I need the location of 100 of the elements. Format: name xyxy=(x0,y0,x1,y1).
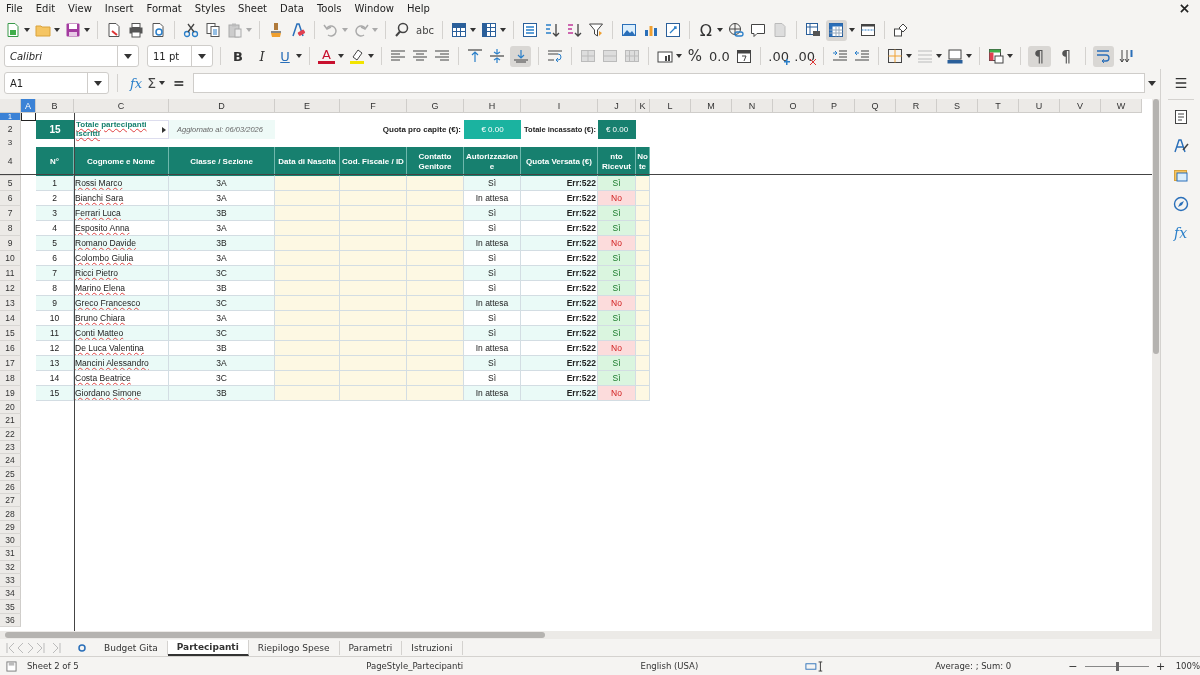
column-header[interactable]: I xyxy=(521,99,598,113)
column-header[interactable]: O xyxy=(773,99,814,113)
add-sheet-icon[interactable] xyxy=(77,642,87,653)
sort-icon[interactable] xyxy=(522,22,538,38)
zoom-out-button[interactable]: − xyxy=(1066,659,1079,673)
formula-input[interactable] xyxy=(192,73,1145,93)
calendar-icon[interactable] xyxy=(735,48,752,64)
dropdown-arrow-icon[interactable] xyxy=(24,28,30,32)
number-format-button[interactable]: 0.0 xyxy=(708,45,731,67)
row-header[interactable]: 8 xyxy=(0,221,21,236)
column-header[interactable]: C xyxy=(74,99,169,113)
scrollbar-thumb[interactable] xyxy=(1153,99,1159,354)
row-header[interactable]: 25 xyxy=(0,467,21,481)
column-header[interactable]: N xyxy=(732,99,773,113)
menu-item[interactable]: Help xyxy=(407,3,430,14)
table-columns-icon[interactable] xyxy=(481,22,497,38)
dropdown-arrow-icon[interactable] xyxy=(935,54,942,58)
row-header[interactable]: 19 xyxy=(0,386,21,401)
sheet-tab[interactable]: Budget Gita xyxy=(95,640,168,655)
dropdown-arrow-icon[interactable] xyxy=(338,54,344,58)
row-header[interactable]: 11 xyxy=(0,266,21,281)
column-header[interactable]: Q xyxy=(855,99,896,113)
row-header[interactable]: 13 xyxy=(0,296,21,311)
column-header[interactable]: K xyxy=(636,99,650,113)
row-header[interactable]: 9 xyxy=(0,236,21,251)
sum-button[interactable]: Σ xyxy=(147,75,156,91)
column-header[interactable]: G xyxy=(407,99,464,113)
paintbrush-icon[interactable] xyxy=(268,22,284,38)
navigator-icon[interactable] xyxy=(1172,196,1189,212)
dropdown-arrow-icon[interactable] xyxy=(159,81,165,85)
image-icon[interactable] xyxy=(621,22,637,38)
menu-item[interactable]: Edit xyxy=(35,3,56,14)
highlighter-icon[interactable] xyxy=(349,48,365,64)
eraser-icon[interactable] xyxy=(290,22,306,38)
dropdown-arrow-icon[interactable] xyxy=(368,54,374,58)
wrap-lines-icon[interactable] xyxy=(547,48,563,64)
column-header[interactable]: P xyxy=(814,99,855,113)
align-bottom-button[interactable] xyxy=(510,45,531,67)
comment-icon[interactable] xyxy=(750,22,766,38)
row-header[interactable]: 18 xyxy=(0,371,21,386)
merge-cells-icon[interactable] xyxy=(580,48,596,64)
menu-item[interactable]: Tools xyxy=(316,3,342,14)
special-character-button[interactable]: Ω xyxy=(697,19,715,41)
menu-icon[interactable] xyxy=(1173,76,1188,90)
printer-icon[interactable] xyxy=(128,22,144,38)
row-header[interactable]: 34 xyxy=(0,587,21,601)
row-header[interactable]: 24 xyxy=(0,454,21,468)
gallery-icon[interactable] xyxy=(1172,167,1189,183)
sheet-tab[interactable]: Partecipanti xyxy=(167,639,249,656)
name-box[interactable]: A1 xyxy=(4,72,109,94)
slider-thumb[interactable] xyxy=(1115,661,1119,671)
row-header[interactable]: 6 xyxy=(0,191,21,206)
menu-item[interactable]: Styles xyxy=(194,3,226,14)
horizontal-scrollbar[interactable] xyxy=(0,631,1160,639)
add-decimal-button[interactable]: .00 xyxy=(767,45,790,67)
language[interactable]: English (USA) xyxy=(640,661,806,671)
new-spreadsheet-icon[interactable] xyxy=(5,22,21,38)
menu-item[interactable]: File xyxy=(6,3,23,14)
dropdown-arrow-icon[interactable] xyxy=(296,54,302,58)
column-header[interactable]: S xyxy=(937,99,978,113)
formula-button[interactable]: = xyxy=(173,75,185,91)
column-header[interactable]: E xyxy=(275,99,340,113)
column-header[interactable]: V xyxy=(1060,99,1101,113)
menu-item[interactable]: Sheet xyxy=(238,3,268,14)
properties-icon[interactable] xyxy=(1172,109,1189,125)
dropdown-arrow-icon[interactable] xyxy=(965,54,972,58)
row-header[interactable]: 21 xyxy=(0,414,21,428)
table-rows-icon[interactable] xyxy=(451,22,467,38)
column-header[interactable]: T xyxy=(978,99,1019,113)
align-middle-icon[interactable] xyxy=(489,48,505,64)
row-header[interactable]: 16 xyxy=(0,341,21,356)
copy-icon[interactable] xyxy=(205,22,221,38)
save-icon[interactable] xyxy=(65,22,81,38)
functions-button[interactable]: fx xyxy=(1173,225,1188,241)
font-size-field[interactable]: 11 pt xyxy=(147,45,213,67)
percent-format-button[interactable]: % xyxy=(686,45,704,67)
menu-item[interactable]: Window xyxy=(354,3,394,14)
clipboard-icon[interactable] xyxy=(227,22,243,38)
column-header[interactable]: A xyxy=(21,99,36,113)
sort-ascending-icon[interactable] xyxy=(544,22,560,38)
globe-link-icon[interactable] xyxy=(728,22,744,38)
dropdown-arrow-icon[interactable] xyxy=(1006,54,1013,58)
column-header[interactable]: D xyxy=(169,99,275,113)
borders-icon[interactable] xyxy=(886,48,903,64)
column-header[interactable]: M xyxy=(691,99,732,113)
menu-item[interactable]: View xyxy=(68,3,92,14)
row-header[interactable]: 27 xyxy=(0,494,21,508)
spelling-button[interactable]: abc xyxy=(415,19,435,41)
document-export-icon[interactable] xyxy=(106,22,122,38)
column-header[interactable]: J xyxy=(598,99,636,113)
row-header[interactable]: 12 xyxy=(0,281,21,296)
row-header[interactable]: 35 xyxy=(0,600,21,614)
dropdown-arrow-icon[interactable] xyxy=(676,54,682,58)
sheet-tab[interactable]: Riepilogo Spese xyxy=(248,640,340,655)
shapes-icon[interactable] xyxy=(893,22,909,38)
zoom-level[interactable]: 100% xyxy=(1175,661,1200,671)
dropdown-arrow-icon[interactable] xyxy=(500,28,506,32)
number-format-icon[interactable] xyxy=(657,48,673,64)
align-top-icon[interactable] xyxy=(467,48,483,64)
column-header[interactable]: U xyxy=(1019,99,1060,113)
